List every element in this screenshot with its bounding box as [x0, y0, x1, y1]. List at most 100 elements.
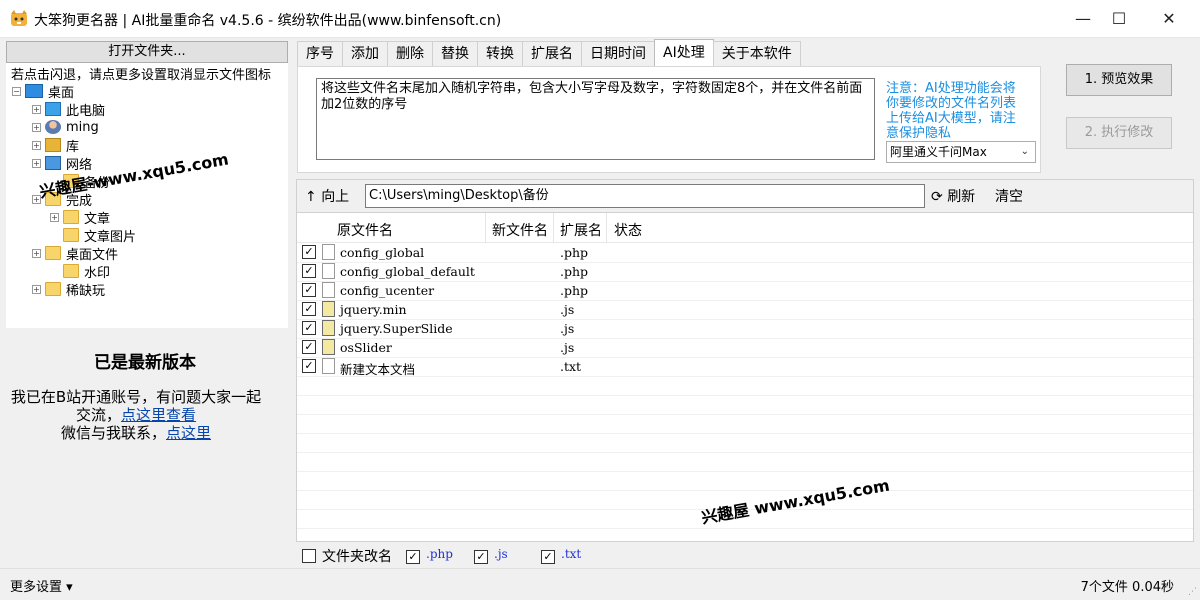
bilibili-link[interactable]: 点这里查看 [121, 406, 196, 424]
original-file-name: config_global_default [340, 264, 475, 279]
file-extension: .js [560, 321, 575, 336]
row-grid-line [297, 528, 1193, 529]
tab-1[interactable]: 序号 [297, 41, 343, 66]
row-checkbox[interactable]: ✓ [302, 264, 316, 278]
refresh-label: 刷新 [947, 189, 976, 205]
resize-grip-icon[interactable]: ⋰ [1188, 587, 1197, 597]
status-bar: 更多设置 ▾ 7个文件 0.04秒 ⋰ [0, 568, 1200, 600]
tab-4[interactable]: 替换 [432, 41, 478, 66]
file-row[interactable]: ✓ config_global .php [297, 243, 607, 262]
refresh-button[interactable]: ⟳ 刷新 [931, 186, 975, 206]
header-status[interactable]: 状态 [614, 220, 642, 240]
file-row[interactable]: ✓ jquery.SuperSlide .js [297, 319, 607, 338]
column-divider [606, 213, 607, 243]
original-file-name: osSlider [340, 340, 392, 355]
php-filter-checkbox[interactable]: ✓ .php [406, 546, 453, 564]
row-checkbox[interactable]: ✓ [302, 302, 316, 316]
up-label: 向上 [321, 189, 350, 205]
path-input[interactable]: C:\Users\ming\Desktop\备份 [365, 184, 925, 208]
expand-icon[interactable]: + [32, 158, 41, 168]
tab-3[interactable]: 删除 [387, 41, 433, 66]
tree-node-8[interactable]: + 文章 [50, 208, 111, 227]
tree-node-2[interactable]: + 此电脑 [32, 100, 105, 119]
file-row[interactable]: ✓ config_ucenter .php [297, 281, 607, 300]
wechat-link[interactable]: 点这里 [166, 424, 211, 442]
tree-node-12[interactable]: + 稀缺玩 [32, 280, 106, 299]
php-file-icon [322, 263, 335, 279]
maximize-button[interactable]: ☐ [1096, 0, 1142, 38]
row-checkbox[interactable]: ✓ [302, 321, 316, 335]
php-file-icon [322, 244, 335, 260]
contact-info: 我已在B站开通账号，有问题大家一起交流，点这里查看 微信与我联系，点这里 [6, 388, 266, 442]
original-file-name: 新建文本文档 [340, 362, 416, 377]
file-row[interactable]: ✓ osSlider .js [297, 338, 607, 357]
tree-node-3[interactable]: + ming [32, 118, 99, 136]
file-extension: .js [560, 302, 575, 317]
tree-node-label: ming [66, 119, 99, 135]
up-button[interactable]: ↑ 向上 [305, 186, 349, 206]
collapse-icon[interactable]: − [12, 86, 21, 96]
original-file-name: jquery.min [340, 302, 407, 317]
ai-prompt-textarea[interactable]: 将这些文件名末尾加入随机字符串，包含大小写字母及数字，字符数固定8个，并在文件名… [316, 78, 875, 160]
tree-node-10[interactable]: + 桌面文件 [32, 244, 118, 263]
preview-button[interactable]: 1. 预览效果 [1066, 64, 1172, 96]
desktop-icon [25, 84, 43, 98]
expand-icon[interactable]: + [32, 284, 41, 294]
path-bar: ↑ 向上 C:\Users\ming\Desktop\备份 ⟳ 刷新 清空 [296, 179, 1194, 212]
version-status: 已是最新版本 [94, 353, 196, 373]
execute-button[interactable]: 2. 执行修改 [1066, 117, 1172, 149]
chevron-down-icon: ⌄ [1020, 146, 1029, 157]
tab-8[interactable]: AI处理 [654, 39, 714, 66]
tree-node-1[interactable]: − 桌面 [12, 82, 74, 101]
filter-bar: 文件夹改名 ✓ .php ✓ .js ✓ .txt [296, 542, 1194, 566]
close-button[interactable]: ✕ [1146, 0, 1192, 38]
file-row[interactable]: ✓ config_global_default .php [297, 262, 607, 281]
file-row[interactable]: ✓ jquery.min .js [297, 300, 607, 319]
tree-node-9[interactable]: 文章图片 [50, 226, 136, 245]
folder-icon [63, 264, 79, 278]
row-grid-line [297, 395, 1193, 396]
left-panel: 打开文件夹... 若点击闪退，请点更多设置取消显示文件图标 − 桌面 + 此电脑 + mi… [0, 38, 290, 568]
row-grid-line [297, 376, 1193, 377]
js-filter-checkbox[interactable]: ✓ .js [474, 546, 508, 564]
open-folder-button[interactable]: 打开文件夹... [6, 41, 288, 63]
row-checkbox[interactable]: ✓ [302, 359, 316, 373]
checkbox-box: ✓ [406, 550, 420, 564]
app-dog-icon [11, 10, 27, 26]
row-grid-line [297, 433, 1193, 434]
expand-icon[interactable]: + [32, 248, 41, 258]
tree-node-11[interactable]: 水印 [50, 262, 110, 281]
file-list[interactable]: 原文件名 新文件名 扩展名 状态 ✓ config_global .php ✓ conf… [296, 212, 1194, 542]
tab-5[interactable]: 转换 [477, 41, 523, 66]
header-original-name[interactable]: 原文件名 [337, 220, 393, 240]
row-checkbox[interactable]: ✓ [302, 340, 316, 354]
refresh-icon: ⟳ [931, 189, 943, 205]
folder-rename-checkbox[interactable]: 文件夹改名 [302, 546, 392, 566]
more-settings-button[interactable]: 更多设置 ▾ [10, 576, 73, 595]
expand-icon[interactable]: + [32, 140, 41, 150]
tab-7[interactable]: 日期时间 [581, 41, 655, 66]
header-extension[interactable]: 扩展名 [560, 220, 602, 240]
window-title: 大笨狗更名器 | AI批量重命名 v4.5.6 - 缤纷软件出品(www.bin… [34, 13, 502, 29]
header-new-name[interactable]: 新文件名 [492, 220, 548, 240]
clear-button[interactable]: 清空 [995, 186, 1023, 206]
expand-icon[interactable]: + [50, 212, 59, 222]
tab-6[interactable]: 扩展名 [522, 41, 582, 66]
row-checkbox[interactable]: ✓ [302, 283, 316, 297]
folder-icon [45, 246, 61, 260]
tree-node-5[interactable]: + 网络 [32, 154, 92, 173]
tab-9[interactable]: 关于本软件 [712, 41, 801, 66]
tab-2[interactable]: 添加 [342, 41, 388, 66]
tree-node-label: 文章 [84, 211, 111, 227]
tree-node-4[interactable]: + 库 [32, 136, 79, 155]
row-checkbox[interactable]: ✓ [302, 245, 316, 259]
ai-model-select[interactable]: 阿里通义千问Max ⌄ [886, 141, 1036, 163]
js-file-icon [322, 339, 335, 355]
tree-hint: 若点击闪退，请点更多设置取消显示文件图标 [11, 68, 272, 83]
checkbox-box [302, 549, 316, 563]
txt-filter-checkbox[interactable]: ✓ .txt [541, 546, 581, 564]
file-row[interactable]: ✓ 新建文本文档 .txt [297, 357, 607, 377]
tree-node-label: 稀缺玩 [66, 283, 106, 299]
expand-icon[interactable]: + [32, 122, 41, 132]
expand-icon[interactable]: + [32, 104, 41, 114]
